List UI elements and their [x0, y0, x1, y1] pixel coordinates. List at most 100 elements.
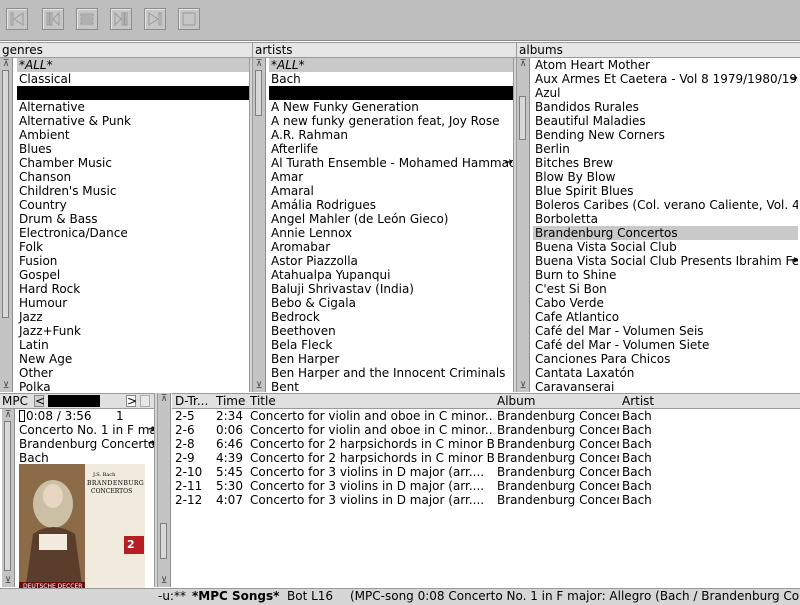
scrollbar-thumb[interactable]	[4, 421, 11, 571]
list-item[interactable]: Chamber Music	[17, 156, 249, 170]
list-item[interactable]: Aux Armes Et Caetera - Vol 8 1979/1980/1…	[533, 72, 798, 86]
scroll-up-arrow-icon[interactable]: ⊼	[1, 59, 11, 69]
list-item[interactable]: Jazz+Funk	[17, 324, 249, 338]
column-header-title[interactable]: Title	[250, 394, 276, 408]
list-item[interactable]: Borboletta	[533, 212, 798, 226]
list-item[interactable]: Folk	[17, 240, 249, 254]
list-item[interactable]: Café del Mar - Volumen Seis	[533, 324, 798, 338]
list-item[interactable]: Café del Mar - Volumen Siete	[533, 338, 798, 352]
list-item[interactable]: Bebo & Cigala	[269, 296, 513, 310]
list-item[interactable]: Astor Piazzolla	[269, 254, 513, 268]
genres-scrollbar[interactable]: ⊼ ⊻	[0, 58, 13, 392]
list-item[interactable]: Baluji Shrivastav (India)	[269, 282, 513, 296]
scroll-down-arrow-icon[interactable]: ⊻	[1, 381, 11, 391]
list-item[interactable]: Annie Lennox	[269, 226, 513, 240]
list-item[interactable]: Beautiful Maladies	[533, 114, 798, 128]
list-item[interactable]: Amaral	[269, 184, 513, 198]
list-item[interactable]: Burn to Shine	[533, 268, 798, 282]
list-item[interactable]: A.R. Rahman	[269, 128, 513, 142]
list-item[interactable]: Canciones Para Chicos	[533, 352, 798, 366]
list-item[interactable]: Azul	[533, 86, 798, 100]
list-item[interactable]: Latin	[17, 338, 249, 352]
list-item[interactable]: Drum & Bass	[17, 212, 249, 226]
list-item[interactable]: Bach	[269, 72, 513, 86]
list-item[interactable]: Alternative	[17, 100, 249, 114]
songs-scrollbar[interactable]: ⊼ ⊻	[158, 393, 171, 587]
list-item[interactable]: Chanson	[17, 170, 249, 184]
player-progress-bar[interactable]	[48, 395, 100, 407]
list-item[interactable]: Fusion	[17, 254, 249, 268]
player-prev-button[interactable]: <	[34, 395, 45, 407]
list-item[interactable]: Buena Vista Social Club	[533, 240, 798, 254]
list-item[interactable]: Caravanserai	[533, 380, 798, 392]
player-scrollbar[interactable]: ⊼ ⊻	[2, 409, 15, 587]
list-item[interactable]: Cabo Verde	[533, 296, 798, 310]
scroll-up-arrow-icon[interactable]: ⊼	[159, 394, 169, 404]
first-track-button[interactable]	[6, 8, 28, 30]
list-item[interactable]: Alternative & Punk	[17, 114, 249, 128]
list-item[interactable]: Beethoven	[269, 324, 513, 338]
list-item[interactable]: A New Funky Generation	[269, 100, 513, 114]
list-item[interactable]: Boleros Caribes (Col. verano Caliente, V…	[533, 198, 798, 212]
artists-scrollbar[interactable]: ⊼ ⊻	[253, 58, 266, 392]
pause-button[interactable]	[76, 8, 98, 30]
list-item[interactable]: Bela Fleck	[269, 338, 513, 352]
list-item[interactable]: Ben Harper	[269, 352, 513, 366]
scroll-down-arrow-icon[interactable]: ⊻	[254, 381, 264, 391]
scroll-down-arrow-icon[interactable]: ⊻	[159, 576, 169, 586]
column-header-album[interactable]: Album	[497, 394, 535, 408]
player-button[interactable]	[140, 395, 150, 407]
table-row[interactable]: 2-8 6:46 Concerto for 2 harpsichords in C …	[172, 437, 798, 451]
list-item[interactable]: Bandidos Rurales	[533, 100, 798, 114]
list-item[interactable]: Cafe Atlantico	[533, 310, 798, 324]
table-row[interactable]: 2-11 5:30 Concerto for 3 violins in D majo…	[172, 479, 798, 493]
list-item[interactable]: A new funky generation feat, Joy Rose	[269, 114, 513, 128]
scroll-up-arrow-icon[interactable]: ⊼	[254, 59, 264, 69]
table-row[interactable]: 2-5 2:34 Concerto for violin and oboe in C…	[172, 409, 798, 423]
list-item[interactable]: Electronica/Dance	[17, 226, 249, 240]
list-item[interactable]: Aromabar	[269, 240, 513, 254]
list-item[interactable]: *ALL*	[269, 58, 513, 72]
last-track-button[interactable]	[144, 8, 166, 30]
list-item[interactable]: Bent	[269, 380, 513, 392]
table-row[interactable]: 2-12 4:07 Concerto for 3 violins in D majo…	[172, 493, 798, 507]
table-row[interactable]: 2-6 0:06 Concerto for violin and oboe in C…	[172, 423, 798, 437]
list-item[interactable]: *ALL*	[17, 58, 249, 72]
list-item[interactable]: Buena Vista Social Club Presents Ibrahim…	[533, 254, 798, 268]
list-item[interactable]: Country	[17, 198, 249, 212]
list-item[interactable]: New Age	[17, 352, 249, 366]
list-item[interactable]: Blue Spirit Blues	[533, 184, 798, 198]
scrollbar-thumb[interactable]	[160, 523, 167, 559]
column-header-artist[interactable]: Artist	[622, 394, 654, 408]
list-item[interactable]: Amália Rodrigues	[269, 198, 513, 212]
list-item[interactable]: Berlin	[533, 142, 798, 156]
list-item[interactable]: Atahualpa Yupanqui	[269, 268, 513, 282]
list-item[interactable]: Other	[17, 366, 249, 380]
list-item[interactable]	[17, 86, 249, 100]
player-next-button[interactable]: >	[126, 395, 137, 407]
next-track-button[interactable]	[110, 8, 132, 30]
list-item[interactable]: Afterlife	[269, 142, 513, 156]
list-item[interactable]: Children's Music	[17, 184, 249, 198]
list-item[interactable]: Humour	[17, 296, 249, 310]
stop-button[interactable]	[178, 8, 200, 30]
scroll-down-arrow-icon[interactable]: ⊻	[518, 381, 528, 391]
list-item[interactable]: Atom Heart Mother	[533, 58, 798, 72]
list-item[interactable]: Blow By Blow	[533, 170, 798, 184]
scrollbar-thumb[interactable]	[255, 70, 262, 116]
table-row[interactable]: 2-10 5:45 Concerto for 3 violins in D majo…	[172, 465, 798, 479]
list-item[interactable]: C'est Si Bon	[533, 282, 798, 296]
scroll-up-arrow-icon[interactable]: ⊼	[518, 59, 528, 69]
list-item[interactable]: Gospel	[17, 268, 249, 282]
list-item[interactable]: Ben Harper and the Innocent Criminals	[269, 366, 513, 380]
list-item[interactable]: Classical	[17, 72, 249, 86]
column-header-time[interactable]: Time	[216, 394, 245, 408]
list-item[interactable]: Al Turath Ensemble - Mohamed Hammadye ➜	[269, 156, 513, 170]
table-row[interactable]: 2-9 4:39 Concerto for 2 harpsichords in C …	[172, 451, 798, 465]
list-item[interactable]: Ambient	[17, 128, 249, 142]
list-item[interactable]: Hard Rock	[17, 282, 249, 296]
list-item[interactable]: Bending New Corners	[533, 128, 798, 142]
scroll-down-arrow-icon[interactable]: ⊻	[3, 576, 13, 586]
list-item[interactable]: Polka	[17, 380, 249, 392]
list-item[interactable]: Angel Mahler (de León Gieco)	[269, 212, 513, 226]
